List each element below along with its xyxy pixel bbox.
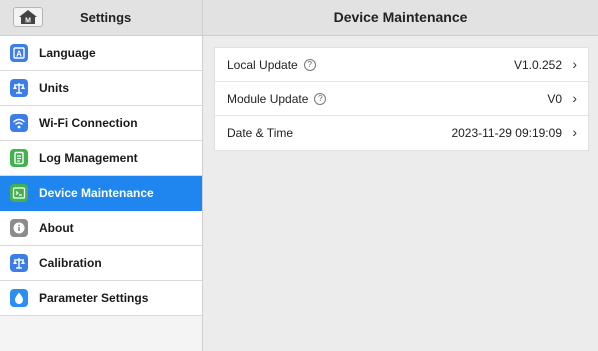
- row-label: Local Update?: [227, 48, 316, 82]
- settings-card: Local Update? V1.0.252 › Module Update? …: [214, 47, 589, 151]
- module-update-label: Module Update: [227, 92, 309, 106]
- document-icon: [10, 149, 28, 167]
- settings-title: Settings: [80, 10, 132, 25]
- chevron-right-icon: ›: [572, 124, 577, 140]
- sidebar-item-device-maintenance[interactable]: Device Maintenance: [0, 176, 202, 211]
- language-icon: A: [10, 44, 28, 62]
- sidebar-item-wifi-connection[interactable]: Wi-Fi Connection: [0, 106, 202, 141]
- local-update-label: Local Update: [227, 58, 298, 72]
- page-title: Device Maintenance: [333, 9, 468, 25]
- module-update-row[interactable]: Module Update? V0 ›: [215, 82, 588, 116]
- drop-icon: [10, 289, 28, 307]
- scale-icon: [10, 79, 28, 97]
- home-icon: M: [19, 10, 37, 25]
- sidebar: A Language Units Wi-Fi Connection Log Ma…: [0, 36, 203, 351]
- sidebar-item-parameter-settings[interactable]: Parameter Settings: [0, 281, 202, 316]
- sidebar-item-calibration[interactable]: Calibration: [0, 246, 202, 281]
- help-icon[interactable]: ?: [303, 58, 316, 71]
- module-update-version: V0: [547, 92, 562, 106]
- app-window: M Settings Device Maintenance A Language…: [0, 0, 598, 351]
- main-content: Local Update? V1.0.252 › Module Update? …: [203, 36, 598, 351]
- sidebar-item-language[interactable]: A Language: [0, 36, 202, 71]
- local-update-row[interactable]: Local Update? V1.0.252 ›: [215, 48, 588, 82]
- sidebar-item-about[interactable]: About: [0, 211, 202, 246]
- scale-icon: [10, 254, 28, 272]
- sidebar-item-label: Log Management: [39, 151, 138, 165]
- info-icon: [10, 219, 28, 237]
- sidebar-item-label: Wi-Fi Connection: [39, 116, 138, 130]
- sidebar-item-log-management[interactable]: Log Management: [0, 141, 202, 176]
- chevron-right-icon: ›: [572, 56, 577, 72]
- date-time-value: 2023-11-29 09:19:09: [451, 126, 562, 140]
- sidebar-item-label: Device Maintenance: [39, 186, 154, 200]
- date-time-row[interactable]: Date & Time 2023-11-29 09:19:09 ›: [215, 116, 588, 150]
- sidebar-item-label: About: [39, 221, 74, 235]
- svg-text:A: A: [16, 50, 22, 59]
- date-time-label: Date & Time: [227, 126, 294, 140]
- sidebar-item-label: Parameter Settings: [39, 291, 149, 305]
- help-icon[interactable]: ?: [314, 92, 327, 105]
- local-update-version: V1.0.252: [513, 58, 562, 72]
- sidebar-item-label: Calibration: [39, 256, 102, 270]
- sidebar-item-units[interactable]: Units: [0, 71, 202, 106]
- chevron-right-icon: ›: [572, 90, 577, 106]
- page-header: Device Maintenance: [203, 0, 598, 36]
- row-label: Module Update?: [227, 82, 327, 116]
- terminal-icon: [10, 184, 28, 202]
- home-button[interactable]: M: [13, 7, 43, 27]
- sidebar-item-label: Units: [39, 81, 69, 95]
- settings-header: M Settings: [0, 0, 203, 36]
- svg-text:M: M: [25, 18, 31, 25]
- sidebar-item-label: Language: [39, 46, 96, 60]
- wifi-icon: [10, 114, 28, 132]
